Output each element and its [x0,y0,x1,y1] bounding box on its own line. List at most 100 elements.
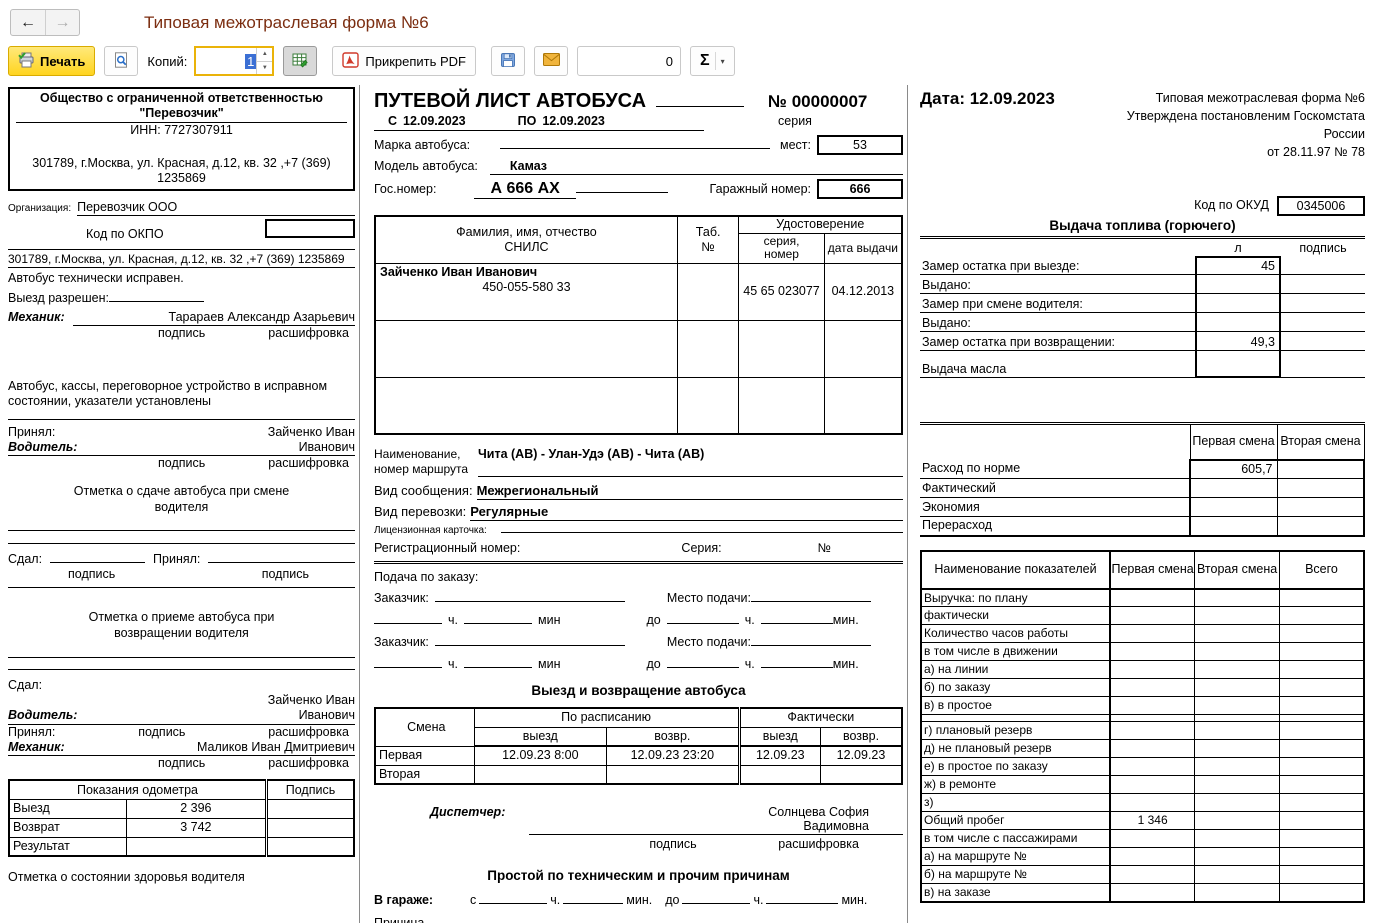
consumption-shift1-value [1190,517,1277,536]
schedule-value-cell: 12.09.23 23:20 [607,746,740,765]
blank-line [435,590,625,602]
copies-label: Копий: [147,54,187,69]
garage-number-box: 666 [817,179,903,199]
okpo-label: Код по ОКПО [86,227,164,242]
email-button[interactable] [534,46,568,76]
driver-name-line2: Иванович [77,708,355,723]
indicator-shift2-value [1195,722,1280,740]
consumption-label: Расход по норме [920,460,1190,479]
signature-row: подпись расшифровка [8,756,355,771]
form-approval-notes: Типовая межотраслевая форма №6 Утвержден… [1116,89,1365,162]
reg-number-label: Регистрационный номер: [374,541,520,556]
sigma-button[interactable]: Σ ▾ [690,46,735,76]
liters-header: л [1195,241,1281,256]
signature-label: подпись [649,837,696,852]
indicator-shift2-value [1195,866,1280,884]
indicator-shift2-value [1195,643,1280,661]
date-range: С 12.09.2023 ПО 12.09.2023 [374,114,704,130]
depart-header: выезд [474,727,607,746]
dispatcher-name: Солнцева София Вадимовна [529,805,903,834]
indicator-shift2-value [1195,776,1280,794]
driver-tab-cell [677,377,738,434]
org-name: Общество с ограниченной ответственностью… [16,91,347,123]
signature-label: подпись [68,567,115,582]
address-line: 301789, г.Москва, ул. Красная, д.12, кв.… [8,250,355,269]
save-button[interactable] [491,46,525,76]
indicator-shift2-value [1195,697,1280,715]
indicator-label: д) не плановый резерв [921,740,1110,758]
print-preview-button[interactable] [104,46,138,76]
accepted-signature-row: Принял: подпись расшифровка [8,725,355,740]
indicator-label: в) на заказе [921,884,1110,902]
blank-line [761,612,833,624]
back-button[interactable]: ← [11,10,45,35]
return-header: возвр. [821,727,902,746]
indicator-shift1-value [1110,697,1195,715]
shift2-header: Вторая смена [1277,424,1364,460]
print-preview[interactable]: Общество с ограниченной ответственностью… [0,85,1375,923]
copies-spinner[interactable]: 1 ▲ ▼ [194,46,274,76]
fuel-value: 45 [1195,256,1281,275]
service-type-value: Межрегиональный [477,483,599,498]
number-sign: № [818,541,831,556]
indicator-shift2-value [1195,679,1280,697]
sum-field[interactable]: 0 [577,46,681,76]
signature-label: подпись [138,725,185,740]
health-note: Отметка о состоянии здоровья водителя [8,870,355,885]
indicator-shift1-value [1110,848,1195,866]
driver-name-line2: Иванович [77,440,355,455]
series2-label: Серия: [681,541,721,556]
sign-header: подпись [1281,241,1365,256]
fuel-value: 49,3 [1195,332,1281,351]
driver-label: Водитель: [8,440,77,455]
bus-model-value: Камаз [490,159,547,173]
org-info-box: Общество с ограниченной ответственностью… [8,87,355,191]
signature-label: подпись [158,756,205,771]
indicator-row: в) на заказе [921,884,1364,902]
indicator-row: Общий пробег1 346 [921,812,1364,830]
fuel-value [1195,275,1281,294]
nav-button-group: ← → [10,9,80,36]
window-titlebar: ← → Типовая межотраслевая форма №6 [0,0,1375,39]
double-divider [374,561,903,564]
customer-label: Заказчик: [374,635,429,650]
spinner-up-icon[interactable]: ▲ [257,48,272,62]
equipment-note: Автобус, кассы, переговорное устройство … [8,379,355,410]
indicator-label: Выручка: по плану [921,589,1110,607]
organization-label: Организация: [8,203,71,215]
fuel-table-header: л подпись [920,241,1365,256]
indicator-shift2-value [1195,848,1280,866]
indicator-total-value [1279,607,1364,625]
indicator-shift1-value [1110,715,1195,722]
form-note: Типовая межотраслевая форма №6 [1116,89,1365,107]
mechanic-row: Механик: Тарараев Александр Азарьевич [8,310,355,326]
print-button[interactable]: Печать [8,46,95,76]
shift-cell: Вторая [375,765,474,784]
fuel-value [1195,313,1281,332]
copies-value[interactable]: 1 [196,48,256,74]
forward-button[interactable]: → [45,10,79,35]
schedule-value-cell: 12.09.23 [739,746,820,765]
indicator-row: б) по заказу [921,679,1364,697]
spinner-down-icon[interactable]: ▼ [257,62,272,75]
driver-series-cell [739,320,824,377]
indicator-shift2-value [1195,884,1280,902]
service-type-label: Вид сообщения: [374,483,473,499]
driver-fio-cell [375,320,677,377]
attach-pdf-button[interactable]: Прикрепить PDF [332,46,476,76]
table-settings-button[interactable] [283,46,317,76]
accepted-label: Принял: [8,725,55,740]
schedule-value-cell: 12.09.23 [821,746,902,765]
time-row: ч.мин доч.мин. [374,612,903,628]
to-label: ПО [518,114,537,129]
customer-row: Заказчик: Место подачи: [374,590,903,606]
blank-line [751,634,871,646]
indicator-shift2-value [1195,812,1280,830]
certificate-date-header: дата выдачи [824,233,902,263]
carriage-type-label: Вид перевозки: [374,504,466,520]
blank-line [109,290,204,302]
service-type-row: Вид сообщения: Межрегиональный [374,483,903,500]
shift-header: Смена [375,708,474,746]
form-note: от 28.11.97 № 78 [1116,143,1365,161]
page-title: Типовая межотраслевая форма №6 [144,13,429,33]
